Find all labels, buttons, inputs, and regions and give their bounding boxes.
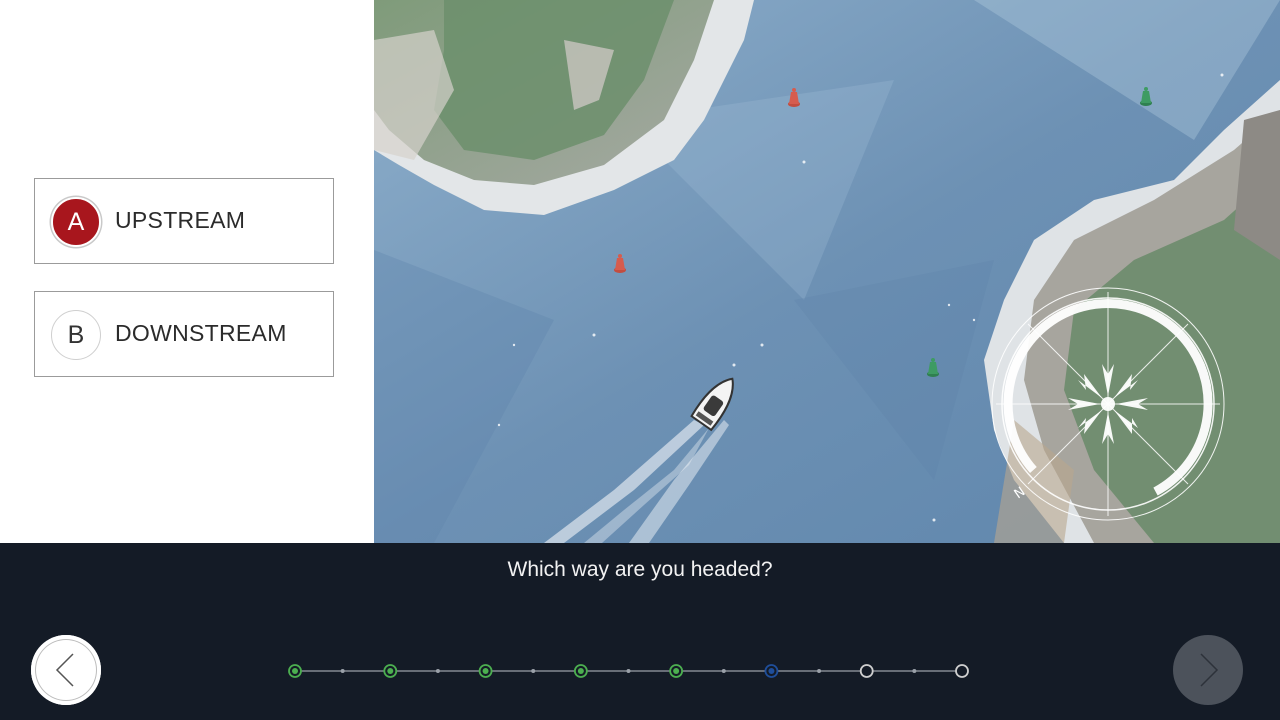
answer-panel: A UPSTREAM B DOWNSTREAM — [0, 0, 374, 543]
option-b-badge: B — [51, 310, 101, 360]
progress-connector-dot — [626, 669, 631, 673]
option-downstream[interactable]: B DOWNSTREAM — [34, 291, 334, 377]
progress-step-dot-5 — [673, 668, 680, 674]
progress-connector-dot — [817, 669, 822, 673]
progress-step-dot-4 — [577, 668, 584, 674]
progress-step-dot-8 — [959, 668, 965, 674]
map-scene: N — [374, 0, 1280, 543]
next-button[interactable] — [1173, 635, 1243, 705]
progress-connector-dot — [721, 669, 726, 673]
progress-step-dot-3 — [482, 668, 489, 674]
progress-step-dot-6 — [768, 668, 775, 674]
river-map: N — [374, 0, 1280, 543]
option-b-label: DOWNSTREAM — [115, 320, 287, 346]
progress-step-dot-1 — [292, 668, 298, 674]
chevron-right-icon — [1200, 653, 1219, 687]
progress-connector-dot — [531, 669, 536, 673]
progress-connector-dot — [340, 669, 345, 673]
option-upstream[interactable]: A UPSTREAM — [34, 178, 334, 264]
progress-connector-dot — [912, 669, 917, 673]
progress-connector-dot — [435, 669, 440, 673]
progress-step-dot-7 — [863, 668, 870, 674]
progress-tracker — [288, 664, 969, 678]
progress-step-dot-2 — [387, 668, 394, 674]
bottom-bar: Which way are you headed? — [0, 543, 1280, 720]
option-a-label: UPSTREAM — [115, 207, 246, 233]
option-a-badge: A — [51, 197, 101, 247]
